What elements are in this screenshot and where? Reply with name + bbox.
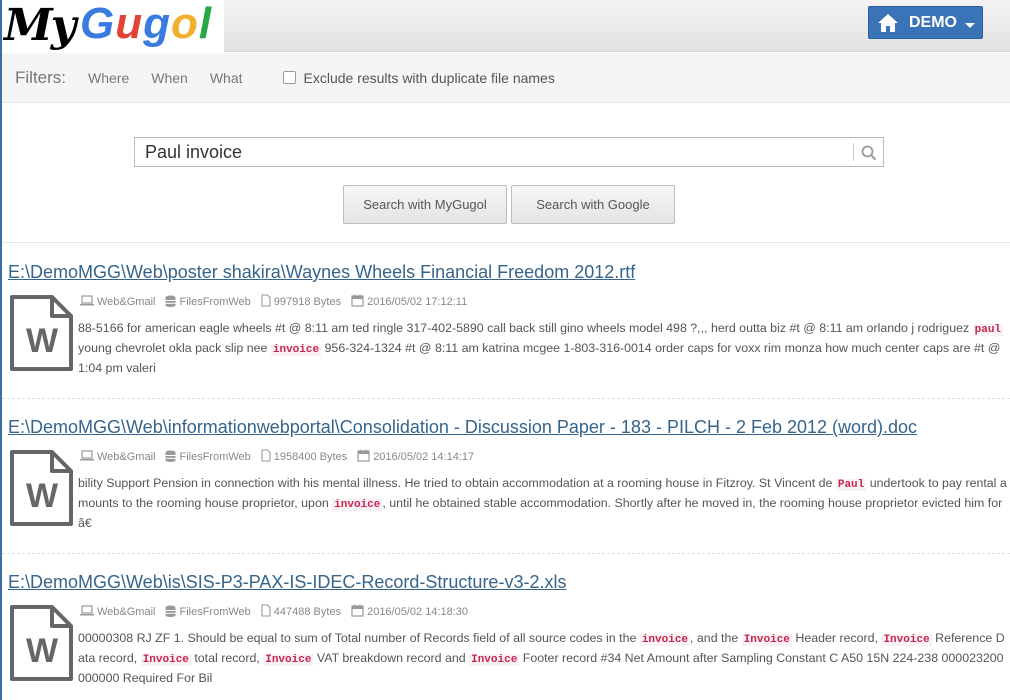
calendar-icon xyxy=(351,604,367,620)
highlight-term: invoice xyxy=(332,499,383,511)
search-result: E:\DemoMGG\Web\informationwebportal\Cons… xyxy=(2,417,1010,547)
exclude-duplicates-checkbox[interactable] xyxy=(282,71,296,84)
highlight-term: Invoice xyxy=(469,654,520,666)
result-date: 2016/05/02 14:18:30 xyxy=(351,604,468,620)
result-title-link[interactable]: E:\DemoMGG\Web\poster shakira\Waynes Whe… xyxy=(8,262,635,283)
filter-when[interactable]: When xyxy=(151,70,188,86)
logo-gugol: Gugol xyxy=(80,0,213,48)
search-result: E:\DemoMGG\Web\is\SIS-P3-PAX-IS-IDEC-Rec… xyxy=(2,572,1010,700)
header-divider xyxy=(2,242,1010,243)
highlight-term: invoice xyxy=(639,634,691,646)
word-document-icon[interactable]: W xyxy=(8,449,74,527)
calendar-icon xyxy=(351,294,367,310)
user-menu-button[interactable]: DEMO xyxy=(868,6,983,39)
laptop-icon xyxy=(80,450,97,464)
mygugol-logo[interactable]: My Gugol xyxy=(2,0,224,52)
result-title-link[interactable]: E:\DemoMGG\Web\is\SIS-P3-PAX-IS-IDEC-Rec… xyxy=(8,572,566,593)
search-result: E:\DemoMGG\Web\poster shakira\Waynes Whe… xyxy=(2,262,1010,392)
search-google-button[interactable]: Search with Google xyxy=(511,185,675,224)
result-source: Web&Gmail xyxy=(80,450,155,464)
search-input[interactable] xyxy=(135,138,850,166)
chevron-down-icon xyxy=(965,23,975,28)
snippet-text: bility Support Pension in connection wit… xyxy=(78,476,836,490)
result-meta: Web&Gmail FilesFromWeb 997918 Bytes 2016/05… xyxy=(80,294,477,310)
result-source-label: Web&Gmail xyxy=(97,451,156,463)
highlight-term: Paul xyxy=(835,479,867,491)
result-meta: Web&Gmail FilesFromWeb 1958400 Bytes 2016/0… xyxy=(80,449,484,465)
result-date: 2016/05/02 14:14:17 xyxy=(357,449,474,465)
search-box xyxy=(134,137,884,167)
snippet-text: 00000308 RJ ZF 1. Should be equal to sum… xyxy=(78,631,640,645)
svg-text:W: W xyxy=(26,322,59,360)
result-db: FilesFromWeb xyxy=(165,450,251,465)
result-date-label: 2016/05/02 14:14:17 xyxy=(373,451,475,463)
result-size-label: 997918 Bytes xyxy=(273,296,342,308)
result-db-label: FilesFromWeb xyxy=(179,296,251,308)
filters-label: Filters: xyxy=(15,67,66,87)
result-db: FilesFromWeb xyxy=(165,605,251,620)
database-icon xyxy=(165,295,179,310)
result-snippet: bility Support Pension in connection wit… xyxy=(78,474,1007,532)
snippet-text: Header record, xyxy=(791,631,882,645)
result-size-label: 1958400 Bytes xyxy=(273,451,348,463)
filter-what[interactable]: What xyxy=(210,70,243,86)
top-header: My Gugol DEMO xyxy=(2,0,1010,52)
result-source-label: Web&Gmail xyxy=(97,606,156,618)
filter-where[interactable]: Where xyxy=(88,70,129,86)
result-source: Web&Gmail xyxy=(80,605,155,619)
result-db-label: FilesFromWeb xyxy=(179,451,251,463)
result-size: 997918 Bytes xyxy=(261,294,341,310)
exclude-duplicates-label: Exclude results with duplicate file name… xyxy=(303,69,555,86)
result-meta: Web&Gmail FilesFromWeb 447488 Bytes 2016/05… xyxy=(80,604,478,620)
result-size: 447488 Bytes xyxy=(261,604,341,620)
svg-text:W: W xyxy=(26,477,59,515)
snippet-text: , and the xyxy=(690,631,742,645)
result-source: Web&Gmail xyxy=(80,295,155,309)
result-date-label: 2016/05/02 17:12:11 xyxy=(367,296,468,308)
highlight-term: Invoice xyxy=(881,634,932,646)
svg-text:W: W xyxy=(26,632,59,670)
home-icon xyxy=(878,13,898,32)
snippet-text: 88-5166 for american eagle wheels #t @ 8… xyxy=(78,321,973,335)
highlight-term: paul xyxy=(972,324,1004,336)
highlight-term: invoice xyxy=(270,344,322,356)
word-document-icon[interactable]: W xyxy=(8,294,74,372)
snippet-text: total record, xyxy=(190,651,264,665)
search-divider xyxy=(853,143,854,161)
result-title-link[interactable]: E:\DemoMGG\Web\informationwebportal\Cons… xyxy=(8,417,917,438)
search-mygugol-button[interactable]: Search with MyGugol xyxy=(343,185,507,224)
laptop-icon xyxy=(80,295,97,309)
file-icon xyxy=(261,449,274,465)
result-snippet: 88-5166 for american eagle wheels #t @ 8… xyxy=(78,319,1007,377)
filters-bar: Filters: Where When What Exclude results… xyxy=(2,53,1010,103)
calendar-icon xyxy=(357,449,373,465)
logo-my: My xyxy=(4,0,76,51)
database-icon xyxy=(165,450,179,465)
snippet-text: young chevrolet okla pack slip nee xyxy=(78,341,271,355)
result-db-label: FilesFromWeb xyxy=(179,606,251,618)
exclude-duplicates-option[interactable]: Exclude results with duplicate file name… xyxy=(282,69,555,86)
result-divider xyxy=(2,398,1010,399)
database-icon xyxy=(165,605,179,620)
highlight-term: Invoice xyxy=(140,654,191,666)
result-date: 2016/05/02 17:12:11 xyxy=(351,294,467,310)
user-label: DEMO xyxy=(909,13,957,31)
file-icon xyxy=(261,294,274,310)
result-snippet: 00000308 RJ ZF 1. Should be equal to sum… xyxy=(78,629,1007,687)
result-source-label: Web&Gmail xyxy=(97,296,156,308)
result-date-label: 2016/05/02 14:18:30 xyxy=(367,606,469,618)
result-divider xyxy=(2,553,1010,554)
search-icon[interactable] xyxy=(860,144,878,162)
word-document-icon[interactable]: W xyxy=(8,604,74,682)
highlight-term: Invoice xyxy=(263,654,314,666)
result-size-label: 447488 Bytes xyxy=(273,606,342,618)
laptop-icon xyxy=(80,605,97,619)
file-icon xyxy=(261,604,274,620)
result-size: 1958400 Bytes xyxy=(261,449,347,465)
result-db: FilesFromWeb xyxy=(165,295,251,310)
snippet-text: VAT breakdown record and xyxy=(313,651,470,665)
highlight-term: Invoice xyxy=(741,634,792,646)
